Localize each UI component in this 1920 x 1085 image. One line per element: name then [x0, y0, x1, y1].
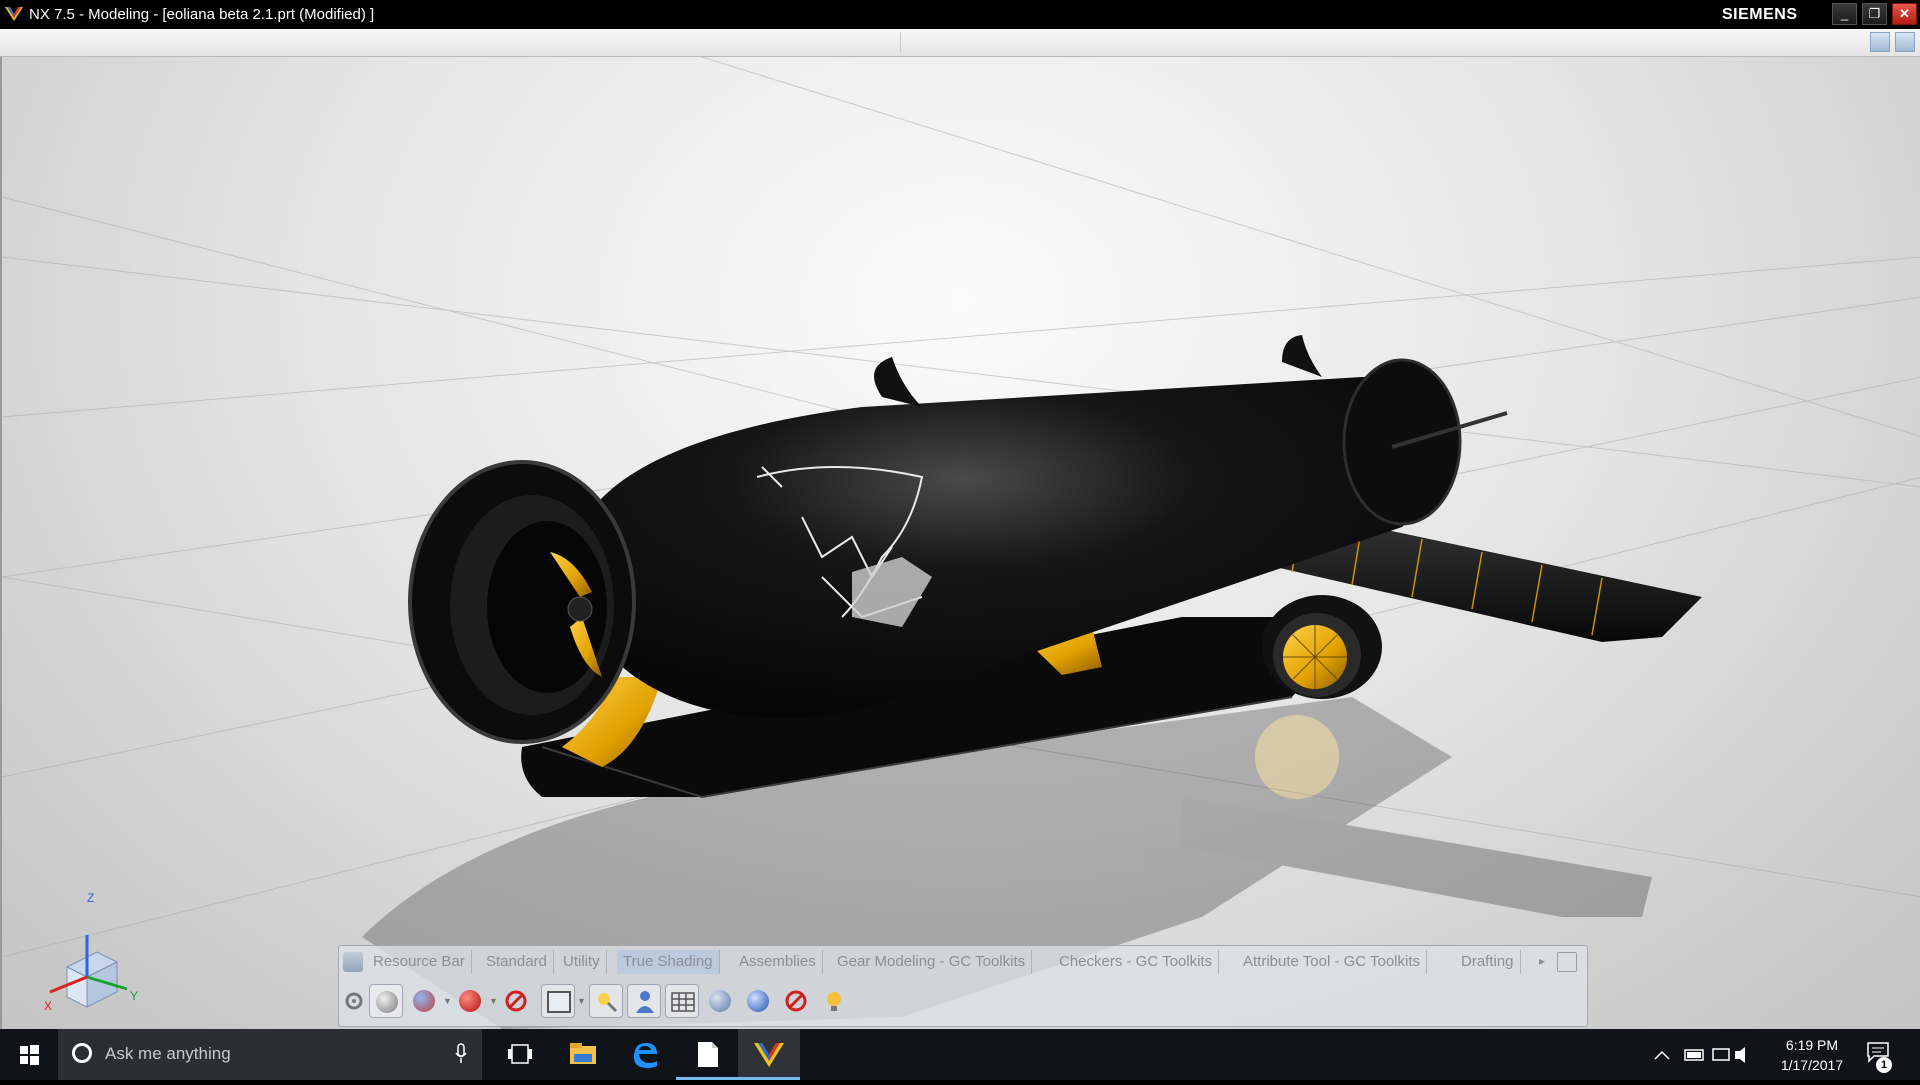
tab-assemblies[interactable]: Assemblies — [733, 950, 823, 974]
graphics-viewport[interactable]: Z X Y Resource Bar Standard Utility True… — [0, 57, 1920, 1029]
system-tray — [1645, 1029, 1755, 1080]
shading-sphere-icon[interactable] — [369, 984, 403, 1018]
tab-utility[interactable]: Utility — [557, 950, 607, 974]
view-mode-icon[interactable] — [1870, 32, 1890, 52]
toolbar-tools: ▼ ▼ ▼ — [339, 978, 1587, 1024]
true-shading-toolbar: Resource Bar Standard Utility True Shadi… — [338, 945, 1588, 1027]
system-clock[interactable]: 6:19 PM 1/17/2017 — [1760, 1035, 1864, 1075]
ribbon-bar — [0, 29, 1920, 57]
settings-gear-icon[interactable] — [341, 984, 367, 1018]
no-symbol-icon[interactable] — [499, 984, 533, 1018]
window-title: NX 7.5 - Modeling - [eoliana beta 2.1.pr… — [29, 6, 375, 23]
toolbar-tabs: Resource Bar Standard Utility True Shadi… — [339, 946, 1587, 976]
dropdown-arrow-icon[interactable]: ▼ — [577, 996, 586, 1006]
dropdown-arrow-icon[interactable]: ▼ — [489, 996, 498, 1006]
notification-badge: 1 — [1876, 1057, 1892, 1073]
lamp-icon[interactable] — [589, 984, 623, 1018]
chevron-up-icon — [1654, 1050, 1670, 1060]
person-icon[interactable] — [627, 984, 661, 1018]
material-sphere-icon[interactable] — [407, 984, 441, 1018]
windows-taskbar: Ask me anything 6:19 PM 1/17/2017 1 — [0, 1029, 1920, 1080]
blue-sphere-icon[interactable] — [741, 984, 775, 1018]
task-view-icon[interactable] — [490, 1029, 552, 1080]
nx-app-icon — [5, 7, 23, 21]
background-frame-icon[interactable] — [541, 984, 575, 1018]
brand-logo: SIEMENS — [1722, 6, 1798, 23]
triad-y-label: Y — [130, 989, 138, 1003]
restore-button[interactable]: ❐ — [1862, 3, 1887, 25]
search-placeholder: Ask me anything — [105, 1044, 231, 1063]
tab-checkers[interactable]: Checkers - GC Toolkits — [1053, 950, 1220, 974]
volume-icon — [1735, 1047, 1745, 1063]
search-box[interactable]: Ask me anything — [58, 1029, 482, 1080]
tab-standard[interactable]: Standard — [480, 950, 554, 974]
model-scene: Z X Y — [2, 57, 1920, 1029]
no-shadow-icon[interactable] — [779, 984, 813, 1018]
reflection-icon[interactable] — [703, 984, 737, 1018]
spotlight-icon[interactable] — [817, 984, 851, 1018]
cortana-icon — [72, 1043, 92, 1063]
edge-icon[interactable] — [614, 1029, 676, 1080]
dropdown-arrow-icon[interactable]: ▼ — [443, 996, 452, 1006]
triad-z-label: Z — [87, 891, 94, 905]
tab-gear-modeling[interactable]: Gear Modeling - GC Toolkits — [831, 950, 1033, 974]
minimize-button[interactable]: _ — [1832, 3, 1857, 25]
triad-x-label: X — [44, 999, 52, 1013]
close-button[interactable]: ✕ — [1892, 3, 1917, 25]
window-layout-icon[interactable] — [1895, 32, 1915, 52]
ribbon-divider — [900, 32, 901, 52]
red-sphere-icon[interactable] — [453, 984, 487, 1018]
tab-true-shading[interactable]: True Shading — [617, 950, 720, 974]
tab-attribute-tool[interactable]: Attribute Tool - GC Toolkits — [1237, 950, 1428, 974]
document-icon[interactable] — [676, 1029, 738, 1080]
tab-drafting[interactable]: Drafting — [1455, 950, 1521, 974]
toolbar-handle-icon[interactable] — [343, 952, 363, 972]
more-tabs-arrow-icon[interactable]: ▸ — [1533, 952, 1551, 970]
title-bar: NX 7.5 - Modeling - [eoliana beta 2.1.pr… — [0, 0, 1920, 29]
view-triad — [49, 935, 128, 1008]
file-explorer-icon[interactable] — [552, 1029, 614, 1080]
tab-resource-bar[interactable]: Resource Bar — [367, 950, 472, 974]
network-icon — [1712, 1048, 1730, 1061]
windows-logo-icon — [20, 1045, 39, 1065]
nx-app-icon[interactable] — [738, 1029, 800, 1080]
start-button[interactable] — [0, 1029, 58, 1080]
grid-floor-icon[interactable] — [665, 984, 699, 1018]
clock-time: 6:19 PM — [1785, 1037, 1839, 1053]
toolbar-options-icon[interactable] — [1557, 952, 1577, 972]
microphone-icon[interactable] — [454, 1043, 468, 1065]
clock-date: 1/17/2017 — [1780, 1057, 1844, 1073]
